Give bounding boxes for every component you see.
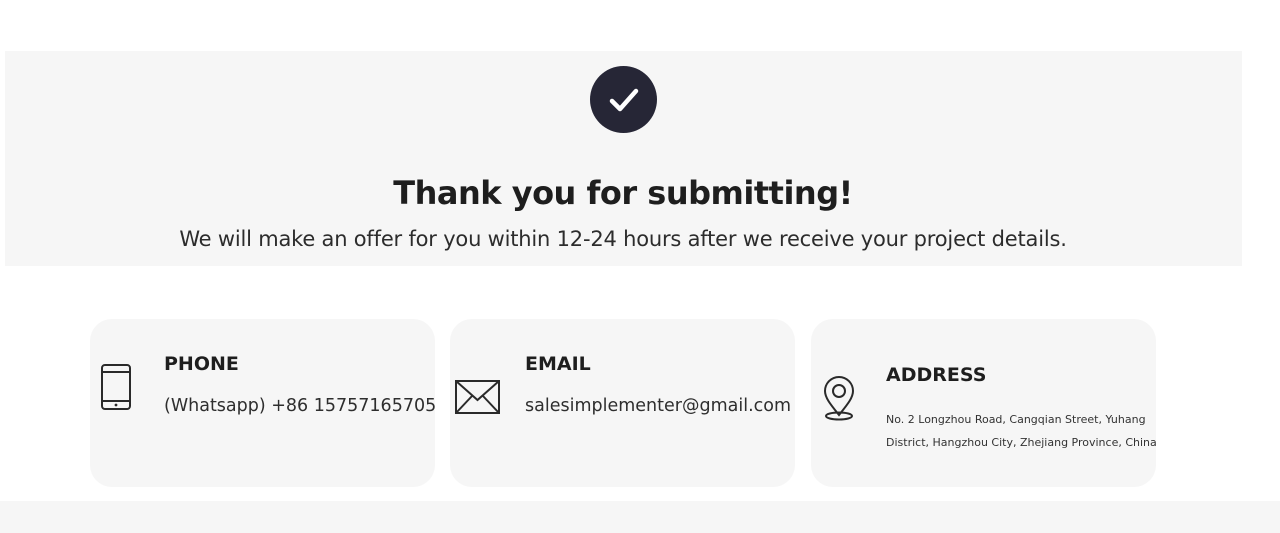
address-card: ADDRESS No. 2 Longzhou Road, Cangqian St… [811,319,1157,487]
email-address-link[interactable]: salesimplementer@gmail.com [525,396,791,416]
phone-number-link[interactable]: (Whatsapp) +86 15757165705 [164,396,436,416]
confirmation-title: Thank you for submitting! [393,174,853,212]
confirmation-message: We will make an offer for you within 12-… [179,227,1067,251]
address-line-2: District, Hangzhou City, Zhejiang Provin… [886,436,1157,449]
success-check-icon [590,66,657,133]
phone-card: PHONE (Whatsapp) +86 15757165705 [90,319,436,487]
smartphone-icon [101,364,131,410]
address-text: No. 2 Longzhou Road, Cangqian Street, Yu… [886,408,1157,454]
address-line-1: No. 2 Longzhou Road, Cangqian Street, Yu… [886,413,1146,426]
checkmark-icon [609,88,638,111]
location-pin-icon [823,376,855,421]
envelope-icon [455,380,500,414]
email-heading: EMAIL [525,353,591,375]
email-card: EMAIL salesimplementer@gmail.com [450,319,795,487]
address-heading: ADDRESS [886,364,987,386]
phone-heading: PHONE [164,353,239,375]
footer-strip [0,501,1280,533]
